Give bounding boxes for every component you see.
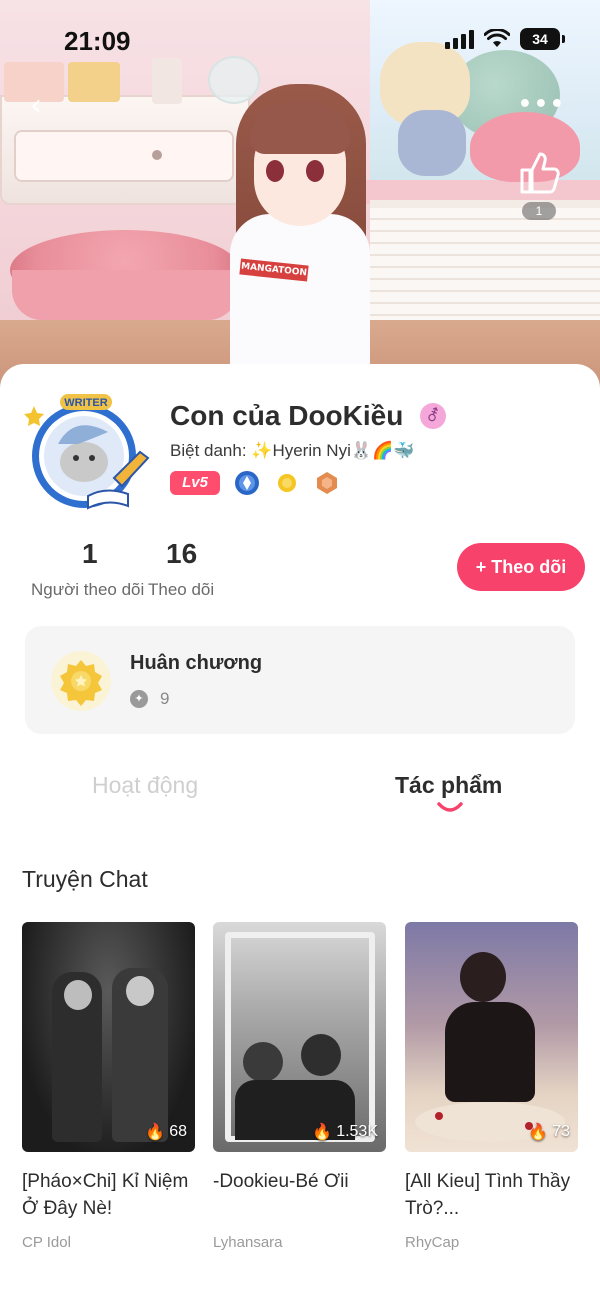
work-card[interactable]: 🔥 73 [All Kieu] Tình Thầy Trò?... RhyCap xyxy=(405,922,578,1251)
wifi-icon xyxy=(484,29,510,47)
work-title[interactable]: -Dookieu-Bé Ơii xyxy=(213,1168,386,1222)
avatar[interactable]: WRITER xyxy=(18,392,152,516)
tab-works[interactable]: Tác phẩm xyxy=(395,772,502,799)
like-count: 1 xyxy=(522,202,556,220)
status-time: 21:09 xyxy=(64,26,131,56)
work-author[interactable]: CP Idol xyxy=(22,1234,195,1251)
tab-activity[interactable]: Hoạt động xyxy=(92,772,198,799)
fire-icon: 🔥 xyxy=(312,1124,333,1141)
section-title: Truyện Chat xyxy=(22,866,148,892)
cellular-signal-icon xyxy=(445,29,474,49)
profile-username: Con của DooKiều xyxy=(170,400,404,431)
back-chevron-icon[interactable]: ‹ xyxy=(30,91,58,121)
follow-button[interactable]: + Theo dõi xyxy=(457,543,585,591)
bronze-medal-badge-icon[interactable] xyxy=(314,470,340,496)
writer-badge-text: WRITER xyxy=(64,397,107,409)
level-badge[interactable]: Lv5 xyxy=(170,471,220,495)
medal-title: Huân chương xyxy=(130,652,263,674)
fire-icon: 🔥 xyxy=(528,1124,549,1141)
status-bar: 21:09 34 xyxy=(0,0,600,80)
view-count: 🔥 68 xyxy=(145,1123,187,1141)
active-tab-indicator xyxy=(437,802,463,812)
work-cover-image[interactable]: 🔥 73 xyxy=(405,922,578,1152)
following-label: Theo dõi xyxy=(148,580,215,599)
medal-icon xyxy=(51,651,111,711)
blue-crest-badge-icon[interactable] xyxy=(234,470,260,496)
thumbs-up-icon[interactable] xyxy=(518,150,560,196)
gender-icon: ⚦ xyxy=(420,403,446,429)
work-author[interactable]: Lyhansara xyxy=(213,1234,386,1251)
work-title[interactable]: [All Kieu] Tình Thầy Trò?... xyxy=(405,1168,578,1222)
medal-count-icon: ✦ xyxy=(130,690,148,708)
work-card[interactable]: 🔥 68 [Pháo×Chi] Kỉ Niệm Ở Đây Nè! CP Idol xyxy=(22,922,195,1251)
view-count: 🔥 73 xyxy=(528,1123,570,1141)
work-author[interactable]: RhyCap xyxy=(405,1234,578,1251)
fire-icon: 🔥 xyxy=(145,1124,166,1141)
work-cover-image[interactable]: 🔥 68 xyxy=(22,922,195,1152)
following-count[interactable]: 16 xyxy=(166,538,197,570)
view-count: 🔥 1.53K xyxy=(312,1123,378,1141)
gold-coin-badge-icon[interactable] xyxy=(274,470,300,496)
work-card[interactable]: 🔥 1.53K -Dookieu-Bé Ơii Lyhansara xyxy=(213,922,386,1251)
medal-count: 9 xyxy=(160,689,170,708)
work-title[interactable]: [Pháo×Chi] Kỉ Niệm Ở Đây Nè! xyxy=(22,1168,195,1222)
followers-label: Người theo dõi xyxy=(31,580,145,599)
profile-nickname: Biệt danh: ✨Hyerin Nyi🐰🌈🐳 xyxy=(170,441,415,460)
badge-row: Lv5 xyxy=(170,470,340,496)
battery-icon: 34 xyxy=(520,28,565,50)
more-options-icon[interactable]: ••• xyxy=(518,92,566,117)
followers-count[interactable]: 1 xyxy=(82,538,98,570)
work-cover-image[interactable]: 🔥 1.53K xyxy=(213,922,386,1152)
